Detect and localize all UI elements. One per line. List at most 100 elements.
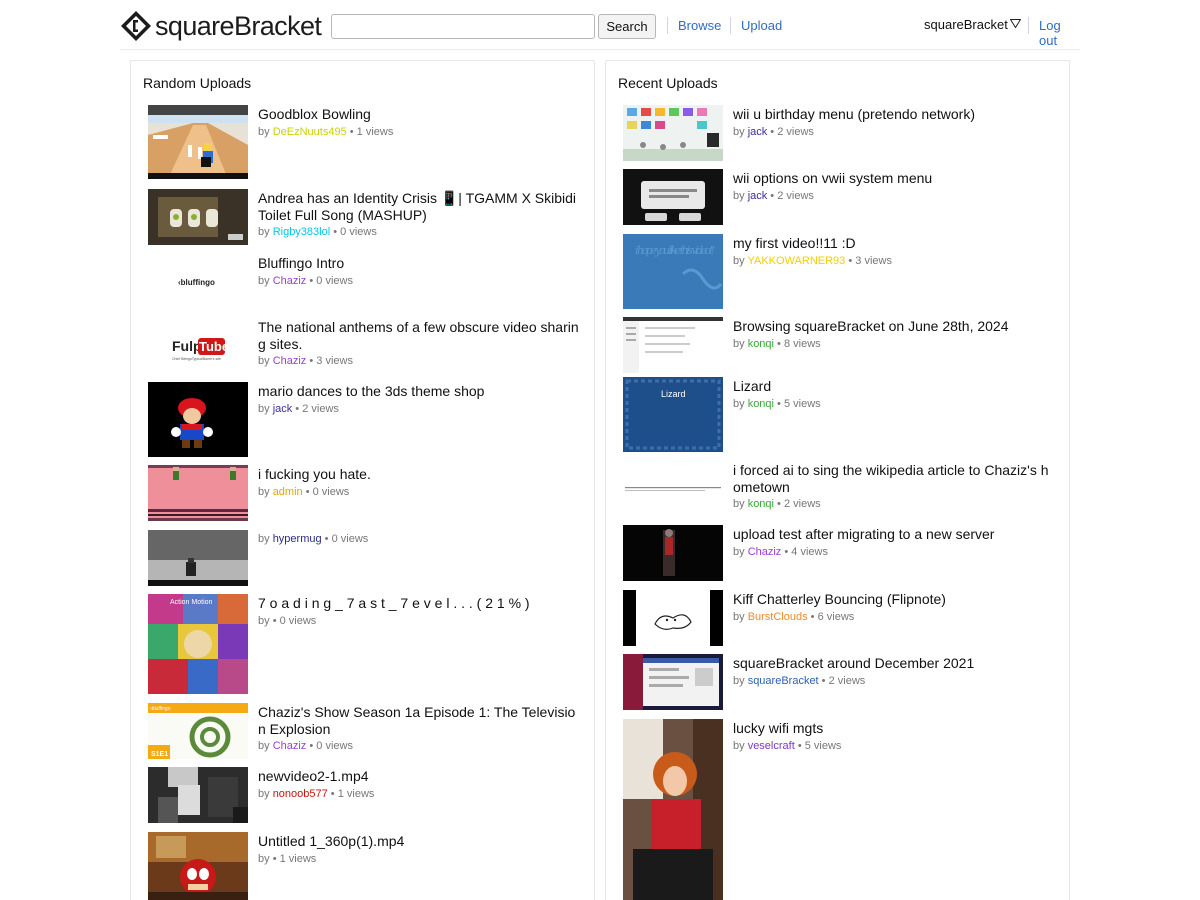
video-meta: by veselcraft • 5 views	[733, 740, 842, 752]
uploader-link[interactable]: admin	[273, 486, 303, 498]
video-thumbnail[interactable]	[623, 654, 723, 710]
recent-uploads-title: Recent Uploads	[618, 75, 718, 91]
view-count: 2 views	[783, 498, 821, 510]
uploader-link[interactable]: jack	[273, 403, 293, 415]
video-meta: by admin • 0 views	[258, 486, 350, 498]
search-input[interactable]	[331, 14, 595, 39]
video-thumbnail[interactable]	[623, 317, 723, 373]
video-meta: by Rigby383lol • 0 views	[258, 226, 377, 238]
nav-divider	[1028, 17, 1029, 34]
video-thumbnail[interactable]	[623, 590, 723, 646]
video-thumbnail[interactable]	[148, 189, 248, 245]
thumbnail-caption: Chief BeingsTypicalName's site	[172, 357, 221, 361]
video-thumbnail[interactable]	[148, 767, 248, 823]
video-title[interactable]: my first video!!11 :D	[733, 235, 1055, 252]
view-count: 0 views	[316, 740, 353, 752]
thumbnail-caption: S1E1	[151, 751, 168, 758]
video-thumbnail[interactable]: Lizard	[623, 377, 723, 452]
video-thumbnail[interactable]: ‹bluffingo S1E1	[148, 703, 248, 759]
video-thumbnail[interactable]: Action Motion	[148, 594, 248, 694]
video-meta: by Chaziz • 0 views	[258, 275, 353, 287]
uploader-link[interactable]: veselcraft	[748, 740, 795, 752]
video-thumbnail[interactable]	[623, 719, 723, 900]
uploader-link[interactable]: jack	[748, 126, 768, 138]
video-thumbnail[interactable]	[148, 530, 248, 586]
nav-browse-link[interactable]: Browse	[678, 18, 721, 33]
video-meta: by BurstClouds • 6 views	[733, 611, 855, 623]
video-thumbnail[interactable]	[148, 832, 248, 900]
view-count: 0 views	[312, 486, 350, 498]
user-menu[interactable]: squareBracket	[924, 17, 1021, 32]
video-title[interactable]: upload test after migrating to a new ser…	[733, 526, 1055, 543]
view-count: 1 views	[337, 788, 375, 800]
random-uploads-panel: Random Uploads Goodblox Bowling by DeEzN…	[130, 60, 595, 900]
logout-link[interactable]: Log out	[1039, 18, 1080, 48]
user-menu-name: squareBracket	[924, 17, 1008, 32]
video-title[interactable]: i fucking you hate.	[258, 466, 580, 483]
video-thumbnail[interactable]	[623, 105, 723, 161]
uploader-link[interactable]: Rigby383lol	[273, 226, 330, 238]
uploader-link[interactable]: Chaziz	[273, 275, 307, 287]
video-thumbnail[interactable]: ‹bluffingo	[148, 254, 248, 310]
video-thumbnail[interactable]	[623, 169, 723, 225]
uploader-link[interactable]: hypermug	[273, 533, 322, 545]
view-count: 5 views	[804, 740, 842, 752]
video-thumbnail[interactable]	[148, 382, 248, 457]
thumbnail-caption: Lizard	[661, 389, 686, 399]
caret-down-icon	[1009, 19, 1021, 28]
search-button[interactable]: Search	[598, 14, 656, 39]
video-title[interactable]: Lizard	[733, 378, 1055, 395]
view-count: 0 views	[331, 533, 369, 545]
video-title[interactable]: mario dances to the 3ds theme shop	[258, 383, 580, 400]
video-thumbnail[interactable]	[623, 461, 723, 517]
uploader-link[interactable]: Chaziz	[748, 546, 782, 558]
video-thumbnail[interactable]	[623, 525, 723, 581]
view-count: 4 views	[791, 546, 828, 558]
video-title[interactable]: squareBracket around December 2021	[733, 655, 1055, 672]
video-title[interactable]: lucky wifi mgts	[733, 720, 1055, 737]
video-title[interactable]: Bluffingo Intro	[258, 255, 580, 272]
view-count: 2 views	[777, 190, 814, 202]
video-thumbnail[interactable]: i hope you like this video!!	[623, 234, 723, 309]
video-title[interactable]: wii options on vwii system menu	[733, 170, 1055, 187]
video-meta: by • 1 views	[258, 853, 317, 865]
uploader-link[interactable]: Chaziz	[273, 740, 307, 752]
uploader-link[interactable]: konqi	[748, 338, 774, 350]
uploader-link[interactable]: Chaziz	[273, 355, 307, 367]
video-title[interactable]: Browsing squareBracket on June 28th, 202…	[733, 318, 1055, 335]
uploader-link[interactable]: BurstClouds	[748, 611, 808, 623]
video-title[interactable]: Chaziz's Show Season 1a Episode 1: The T…	[258, 704, 580, 738]
uploader-link[interactable]: jack	[748, 190, 768, 202]
video-thumbnail[interactable]	[148, 105, 248, 179]
uploader-link[interactable]: konqi	[748, 498, 774, 510]
site-logo[interactable]: squareBracket	[120, 9, 322, 43]
video-thumbnail[interactable]	[148, 465, 248, 521]
video-title[interactable]: Untitled 1_360p(1).mp4	[258, 833, 580, 850]
uploader-link[interactable]: YAKKOWARNER93	[747, 255, 845, 267]
video-meta: by konqi • 2 views	[733, 498, 821, 510]
uploader-link[interactable]: nonoob577	[273, 788, 328, 800]
view-count: 2 views	[777, 126, 814, 138]
thumbnail-caption: i hope you like this video!!	[635, 244, 715, 257]
video-meta: by Chaziz • 0 views	[258, 740, 353, 752]
video-title[interactable]: Goodblox Bowling	[258, 106, 580, 123]
nav-divider	[730, 17, 731, 34]
video-meta: by jack • 2 views	[733, 126, 814, 138]
video-thumbnail[interactable]: Fulp Tube Chief BeingsTypicalName's site	[148, 318, 248, 374]
video-title[interactable]: 7 o a d i n g _ 7 a s t _ 7 e v e l . . …	[258, 595, 580, 612]
video-title[interactable]: newvideo2-1.mp4	[258, 768, 580, 785]
nav-upload-link[interactable]: Upload	[741, 18, 782, 33]
video-title[interactable]: The national anthems of a few obscure vi…	[258, 319, 580, 353]
video-title[interactable]: Kiff Chatterley Bouncing (Flipnote)	[733, 591, 1055, 608]
video-meta: by YAKKOWARNER93 • 3 views	[733, 255, 892, 267]
video-title[interactable]: i forced ai to sing the wikipedia articl…	[733, 462, 1055, 496]
view-count: 8 views	[783, 338, 821, 350]
uploader-link[interactable]: squareBracket	[748, 675, 819, 687]
video-meta: by konqi • 8 views	[733, 338, 821, 350]
video-title[interactable]: Andrea has an Identity Crisis 📱| TGAMM X…	[258, 190, 580, 224]
uploader-link[interactable]: DeEzNuuts495	[273, 126, 347, 138]
uploader-link[interactable]: konqi	[748, 398, 774, 410]
video-title[interactable]: wii u birthday menu (pretendo network)	[733, 106, 1055, 123]
thumbnail-caption: Action Motion	[170, 599, 213, 606]
video-meta: by • 0 views	[258, 615, 317, 627]
